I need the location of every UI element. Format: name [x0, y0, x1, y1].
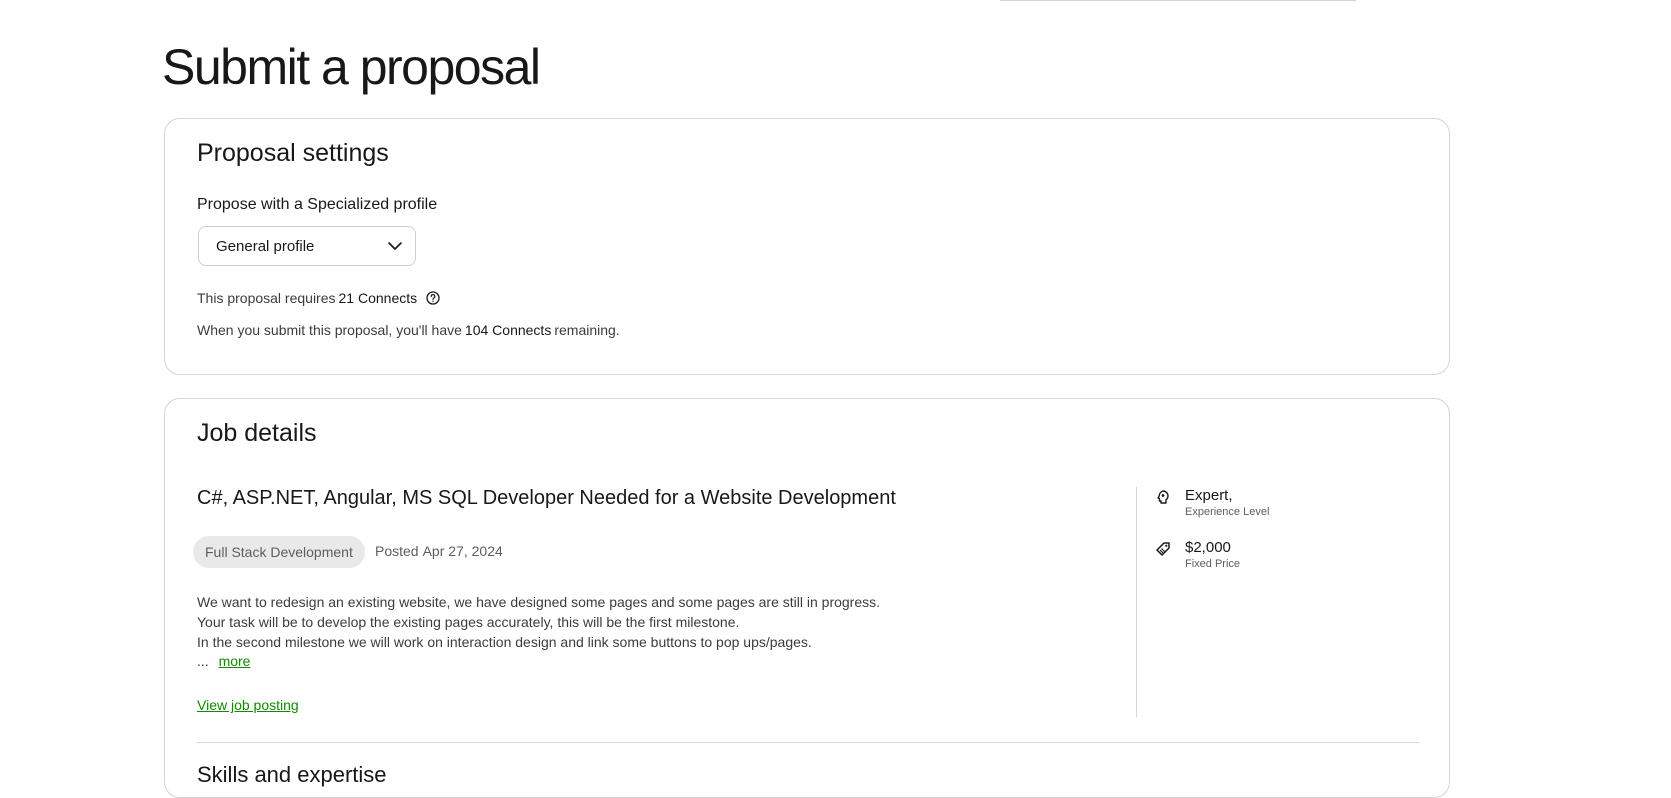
category-badge[interactable]: Full Stack Development	[193, 536, 365, 568]
job-details-title: Job details	[197, 419, 317, 447]
experience-level: Expert, Experience Level	[1155, 487, 1269, 518]
profile-select-value: General profile	[216, 237, 315, 255]
tag-icon	[1155, 541, 1173, 559]
experience-value: Expert,	[1185, 487, 1233, 504]
ellipsis: ...	[197, 653, 209, 669]
connects-remaining-text: When you submit this proposal, you'll ha…	[197, 322, 462, 338]
description-line: In the second milestone we will work on …	[197, 634, 812, 650]
proposal-settings-card: Proposal settings Propose with a Special…	[164, 118, 1450, 375]
description-line: Your task will be to develop the existin…	[197, 614, 740, 630]
job-title: C#, ASP.NET, Angular, MS SQL Developer N…	[197, 487, 896, 509]
proposal-settings-title: Proposal settings	[197, 139, 389, 167]
fixed-price: $2,000 Fixed Price	[1155, 539, 1240, 570]
connects-required: This proposal requires 21 Connects	[197, 290, 440, 306]
vertical-divider	[1136, 487, 1137, 717]
connects-remaining-value: 104 Connects	[464, 322, 552, 338]
profile-select-label: Propose with a Specialized profile	[197, 196, 438, 213]
job-details-card: Job details C#, ASP.NET, Angular, MS SQL…	[164, 398, 1450, 798]
connects-remaining: When you submit this proposal, you'll ha…	[197, 322, 620, 338]
chevron-down-icon	[387, 238, 403, 254]
price-value: $2,000	[1185, 539, 1231, 556]
posted-date-value: Apr 27, 2024	[422, 543, 503, 559]
more-row: ... more	[197, 653, 250, 669]
posted-label: Posted	[375, 543, 419, 559]
skills-title: Skills and expertise	[197, 762, 387, 787]
job-description: We want to redesign an existing website,…	[197, 592, 1057, 652]
page-title: Submit a proposal	[162, 39, 541, 95]
connects-required-value: 21 Connects	[338, 290, 418, 306]
question-circle-icon[interactable]	[426, 291, 440, 305]
brain-icon	[1155, 489, 1173, 507]
posted-date: Posted Apr 27, 2024	[375, 543, 503, 559]
profile-select[interactable]: General profile	[198, 226, 416, 266]
view-job-posting-link[interactable]: View job posting	[197, 697, 299, 713]
section-divider	[197, 742, 1419, 743]
connects-remaining-suffix: remaining.	[554, 322, 620, 338]
more-link[interactable]: more	[219, 653, 251, 669]
connects-required-text: This proposal requires	[197, 290, 336, 306]
experience-label: Experience Level	[1185, 506, 1270, 518]
top-divider	[1000, 0, 1356, 1]
price-label: Fixed Price	[1185, 558, 1241, 570]
description-line: We want to redesign an existing website,…	[197, 594, 881, 610]
